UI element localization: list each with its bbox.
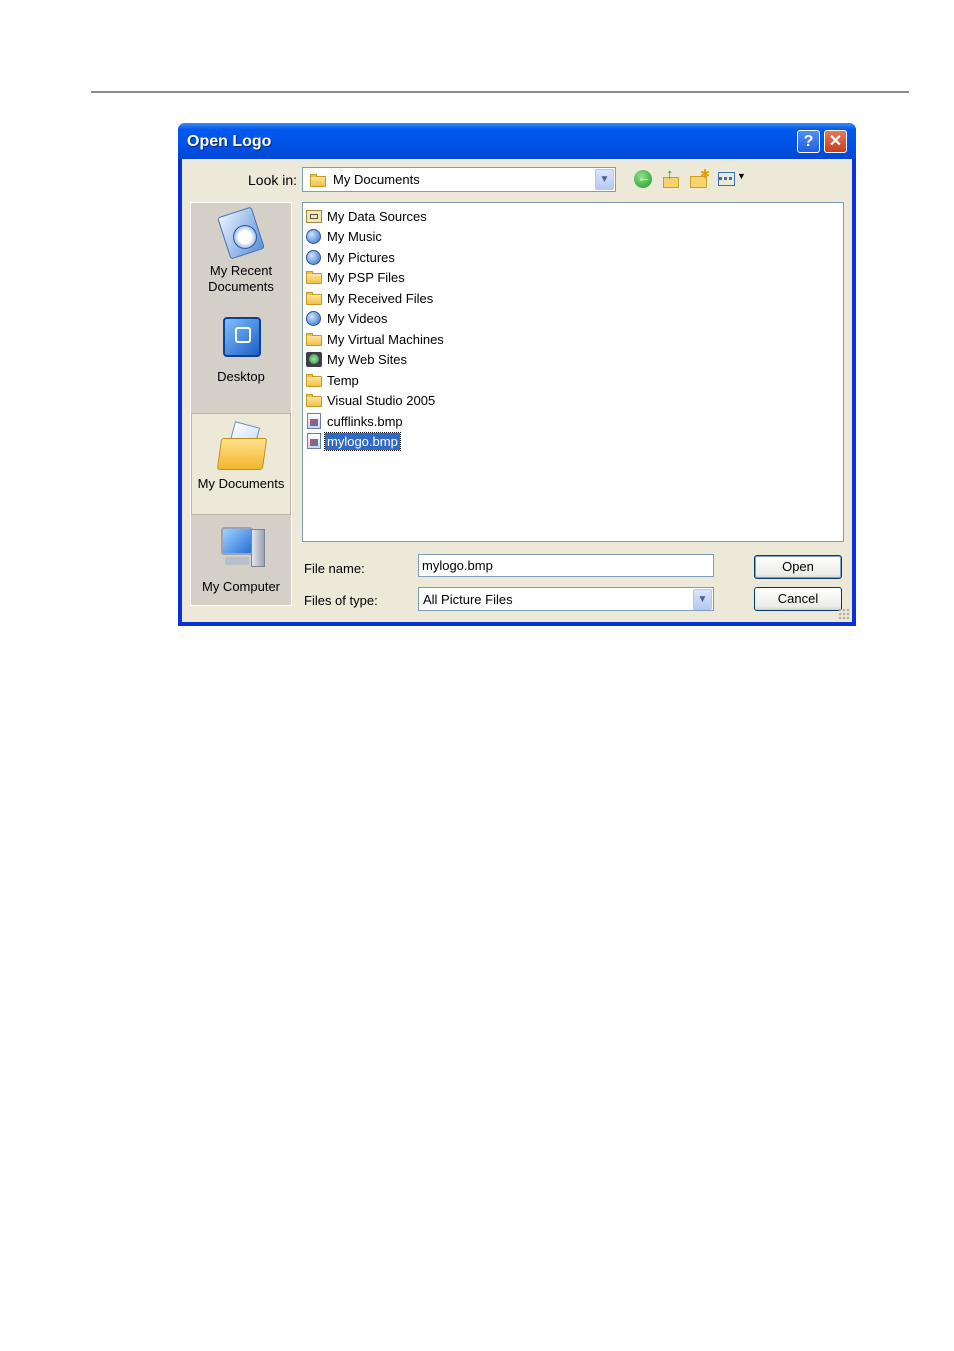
close-button[interactable]: ✕ (824, 130, 847, 153)
views-menu-icon[interactable]: ▼ (717, 168, 747, 190)
folder-icon (305, 392, 323, 408)
list-item[interactable]: My Pictures (305, 248, 397, 266)
help-button[interactable]: ? (797, 130, 820, 153)
chevron-down-icon[interactable]: ▼ (693, 589, 712, 610)
open-logo-dialog: Open Logo ? ✕ Look in: My Documents ▼ ← … (178, 123, 856, 626)
place-label: My Documents (197, 476, 285, 491)
file-list[interactable]: My Data Sources My Music My Pictures My … (302, 202, 844, 542)
dialog-body: Look in: My Documents ▼ ← ↑ ✱ ▼ My Recen… (182, 159, 852, 622)
data-sources-icon (305, 208, 323, 224)
help-icon: ? (803, 133, 814, 150)
folder-icon (305, 331, 323, 347)
place-my-recent-documents[interactable]: My Recent Documents (191, 206, 291, 295)
cancel-button[interactable]: Cancel (754, 587, 842, 611)
globe-folder-icon (305, 249, 323, 265)
chevron-down-icon[interactable]: ▼ (595, 169, 614, 190)
desktop-icon (213, 313, 269, 367)
place-my-documents[interactable]: My Documents (191, 413, 291, 515)
list-item[interactable]: My Music (305, 227, 384, 245)
close-icon: ✕ (828, 133, 843, 150)
file-type-value: All Picture Files (423, 592, 513, 607)
back-icon[interactable]: ← (632, 168, 654, 190)
folder-icon (305, 290, 323, 306)
list-item[interactable]: Visual Studio 2005 (305, 391, 437, 409)
my-documents-small-icon (309, 172, 327, 188)
my-documents-icon (213, 420, 269, 474)
place-desktop[interactable]: Desktop (191, 313, 291, 385)
bitmap-file-icon (305, 433, 323, 449)
title-bar[interactable]: Open Logo ? ✕ (178, 123, 856, 159)
file-type-label: Files of type: (304, 593, 378, 608)
file-name-label: File name: (304, 561, 365, 576)
web-sites-icon (305, 351, 323, 367)
place-label: Desktop (217, 369, 265, 384)
page-rule (91, 91, 909, 93)
places-bar: My Recent Documents Desktop My Documents… (190, 202, 292, 606)
list-item[interactable]: My Data Sources (305, 207, 429, 225)
globe-folder-icon (305, 310, 323, 326)
look-in-label: Look in: (248, 172, 298, 188)
list-item-selected[interactable]: mylogo.bmp (305, 431, 401, 451)
look-in-dropdown[interactable]: My Documents ▼ (302, 167, 616, 192)
list-item[interactable]: My Virtual Machines (305, 330, 446, 348)
list-item[interactable]: My PSP Files (305, 268, 407, 286)
list-item[interactable]: My Web Sites (305, 350, 409, 368)
file-name-input[interactable] (418, 554, 714, 577)
look-in-value: My Documents (333, 172, 420, 187)
my-computer-icon (213, 523, 269, 577)
place-my-computer[interactable]: My Computer (191, 523, 291, 595)
globe-folder-icon (305, 228, 323, 244)
dialog-title: Open Logo (187, 133, 272, 150)
up-folder-icon[interactable]: ↑ (660, 166, 682, 190)
new-folder-icon[interactable]: ✱ (688, 167, 710, 190)
open-button[interactable]: Open (754, 555, 842, 579)
file-type-dropdown[interactable]: All Picture Files ▼ (418, 587, 714, 611)
recent-documents-icon (213, 206, 269, 261)
folder-icon (305, 269, 323, 285)
bitmap-file-icon (305, 413, 323, 429)
list-item[interactable]: Temp (305, 371, 361, 389)
folder-icon (305, 372, 323, 388)
place-label: My Computer (201, 579, 281, 594)
list-item[interactable]: My Received Files (305, 289, 435, 307)
list-item[interactable]: My Videos (305, 309, 389, 327)
list-item[interactable]: cufflinks.bmp (305, 412, 405, 430)
resize-grip[interactable] (838, 608, 850, 620)
place-label: My Recent Documents (208, 263, 274, 294)
